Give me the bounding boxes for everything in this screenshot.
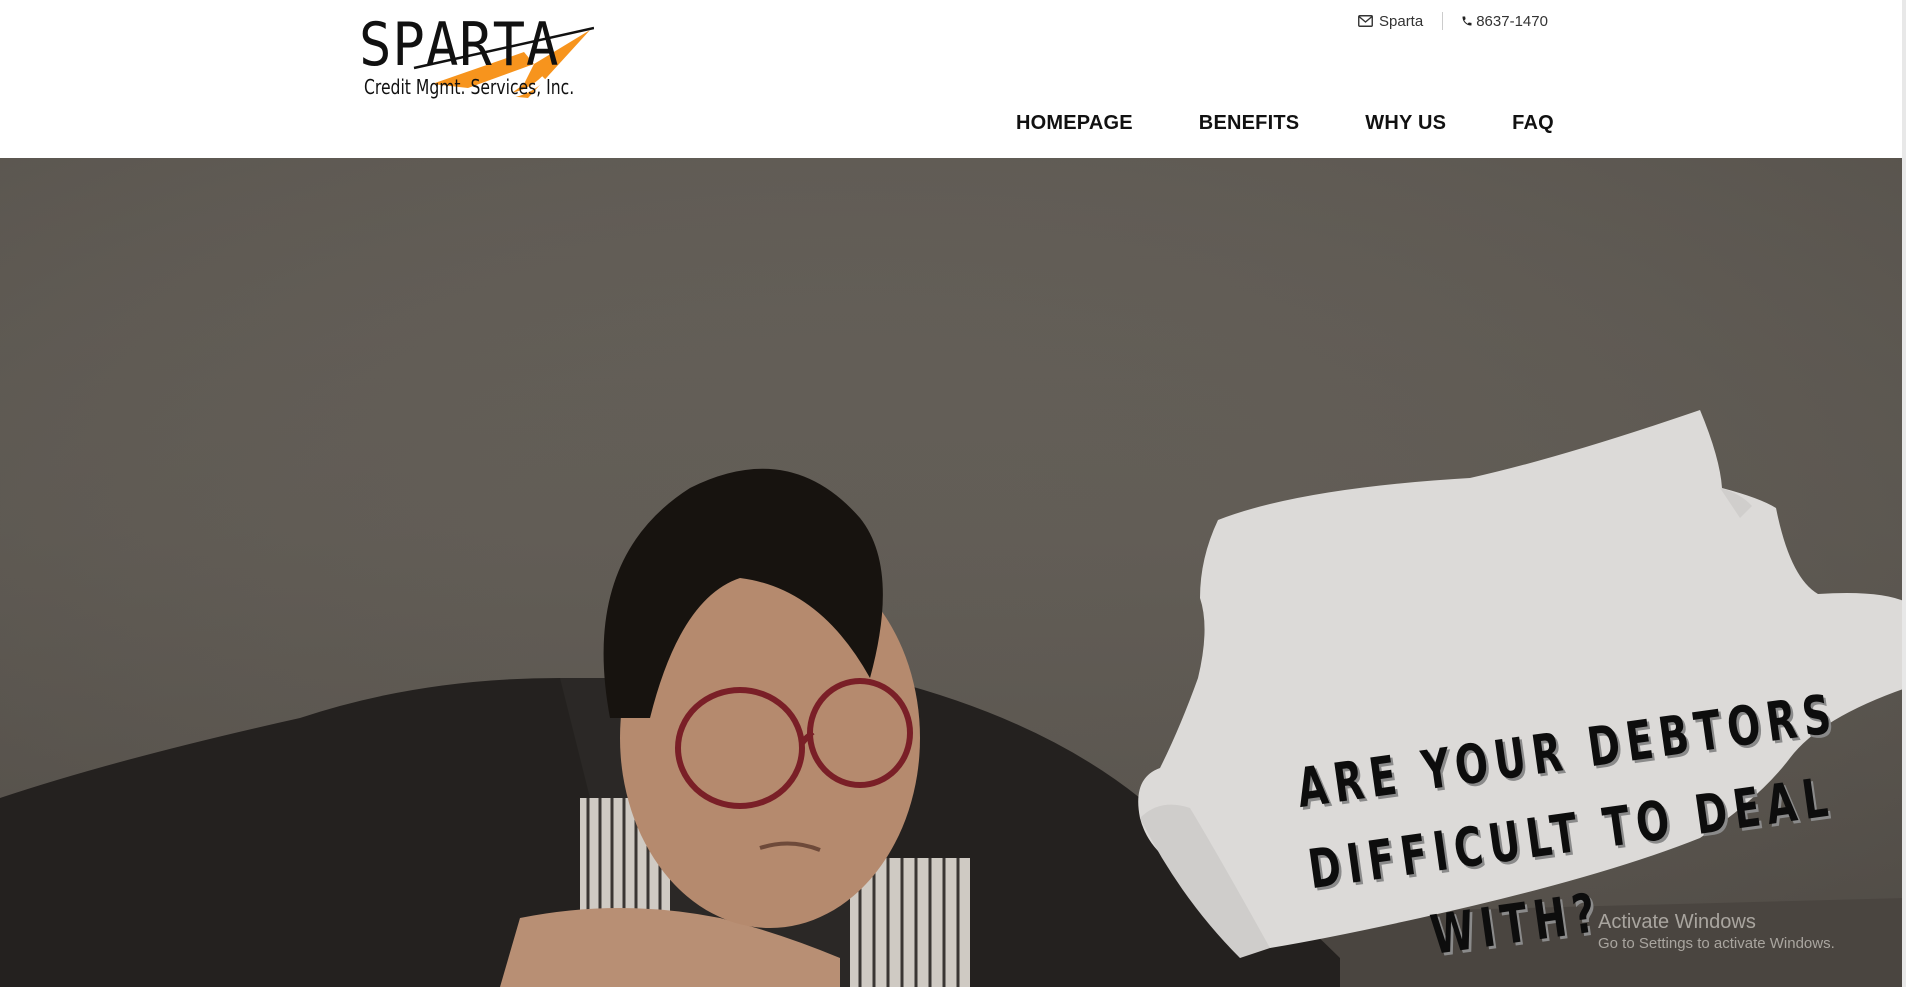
phone-link[interactable]: 8637-1470 (1461, 13, 1548, 30)
logo-subtitle: Credit Mgmt. Services, Inc. (364, 75, 575, 99)
logo-wordmark: SPARTA (359, 10, 560, 80)
envelope-icon (1358, 15, 1373, 27)
sparta-logo[interactable]: SPARTA Credit Mgmt. Services, Inc. (358, 14, 594, 102)
nav-benefits[interactable]: BENEFITS (1199, 112, 1300, 135)
email-link[interactable]: Sparta (1358, 13, 1423, 30)
phone-label: 8637-1470 (1476, 12, 1548, 30)
main-nav: HOMEPAGE BENEFITS WHY US FAQ (1016, 112, 1554, 135)
nav-faq[interactable]: FAQ (1512, 112, 1554, 135)
hero-banner: ARE YOUR DEBTORS DIFFICULT TO DEAL WITH? (0, 158, 1906, 987)
watermark-subtitle: Go to Settings to activate Windows. (1598, 935, 1835, 952)
contact-bar: Sparta 8637-1470 (1358, 11, 1548, 31)
email-label: Sparta (1379, 12, 1424, 30)
contact-divider (1442, 12, 1444, 30)
site-header: SPARTA Credit Mgmt. Services, Inc. Spart… (0, 0, 1906, 158)
nav-why-us[interactable]: WHY US (1365, 112, 1446, 135)
page-scrollbar[interactable] (1902, 0, 1906, 987)
watermark-title: Activate Windows (1598, 911, 1756, 933)
phone-icon (1461, 15, 1473, 27)
activate-windows-watermark: Activate Windows Go to Settings to activ… (1598, 910, 1835, 954)
nav-homepage[interactable]: HOMEPAGE (1016, 112, 1133, 135)
